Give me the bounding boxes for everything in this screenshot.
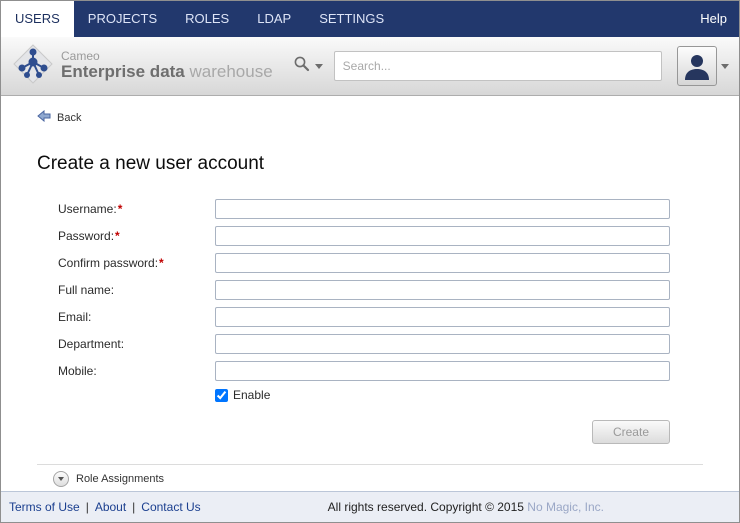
create-user-form: Username:* Password:* Confirm password:*… — [58, 199, 670, 444]
about-link[interactable]: About — [95, 500, 126, 514]
field-label: Department: — [58, 337, 215, 351]
form-row-confirm-password: Confirm password:* — [58, 253, 670, 273]
user-menu-chevron-down-icon[interactable] — [721, 64, 729, 69]
field-label: Mobile: — [58, 364, 215, 378]
user-avatar-icon — [681, 50, 713, 82]
required-asterisk: * — [115, 229, 120, 243]
full-name-input[interactable] — [215, 280, 670, 300]
required-asterisk: * — [159, 256, 164, 270]
search-area — [293, 51, 662, 81]
copyright-text: All rights reserved. Copyright © 2015 No… — [201, 500, 731, 514]
role-assignments-label: Role Assignments — [76, 473, 164, 485]
contact-us-link[interactable]: Contact Us — [141, 500, 200, 514]
tab-projects[interactable]: PROJECTS — [74, 1, 171, 37]
mobile-input[interactable] — [215, 361, 670, 381]
company-name: No Magic, Inc. — [527, 500, 604, 514]
role-assignments-toggle[interactable] — [53, 471, 69, 487]
back-label: Back — [57, 112, 81, 124]
avatar[interactable] — [677, 46, 717, 86]
footer: Terms of Use | About | Contact Us All ri… — [1, 491, 739, 522]
role-assignments-section: Role Assignments — [53, 471, 739, 487]
chevron-down-icon — [58, 477, 64, 481]
username-input[interactable] — [215, 199, 670, 219]
enable-checkbox[interactable] — [215, 389, 228, 402]
tab-roles[interactable]: ROLES — [171, 1, 243, 37]
field-label: Full name: — [58, 283, 215, 297]
molecule-logo-icon — [11, 42, 55, 91]
terms-of-use-link[interactable]: Terms of Use — [9, 500, 80, 514]
page-title: Create a new user account — [37, 153, 739, 175]
tab-users[interactable]: USERS — [1, 1, 74, 37]
link-separator: | — [86, 500, 89, 514]
main-content: Back Create a new user account Username:… — [1, 96, 739, 491]
brand-product-bold: Enterprise data — [61, 62, 185, 81]
help-link[interactable]: Help — [688, 1, 739, 37]
enable-label: Enable — [233, 388, 270, 402]
confirm-password-input[interactable] — [215, 253, 670, 273]
user-menu — [677, 46, 729, 86]
form-row-password: Password:* — [58, 226, 670, 246]
link-separator: | — [132, 500, 135, 514]
form-row-username: Username:* — [58, 199, 670, 219]
email-field[interactable] — [215, 307, 670, 327]
search-scope-chevron-down-icon[interactable] — [315, 64, 323, 69]
search-icon — [293, 55, 310, 77]
top-nav: USERS PROJECTS ROLES LDAP SETTINGS Help — [1, 1, 739, 37]
brand-logo: Cameo Enterprise data warehouse — [11, 42, 273, 91]
form-row-full-name: Full name: — [58, 280, 670, 300]
app-window: USERS PROJECTS ROLES LDAP SETTINGS Help — [0, 0, 740, 523]
brand-text: Cameo Enterprise data warehouse — [61, 50, 273, 82]
footer-links: Terms of Use | About | Contact Us — [9, 500, 201, 514]
form-row-mobile: Mobile: — [58, 361, 670, 381]
password-input[interactable] — [215, 226, 670, 246]
section-divider — [37, 464, 703, 465]
button-row: Create — [58, 420, 670, 444]
tab-ldap[interactable]: LDAP — [243, 1, 305, 37]
brand-product: Enterprise data warehouse — [61, 63, 273, 82]
tab-settings[interactable]: SETTINGS — [305, 1, 398, 37]
brand-product-light: warehouse — [190, 62, 273, 81]
header-bar: Cameo Enterprise data warehouse — [1, 37, 739, 96]
field-label: Username:* — [58, 202, 215, 216]
enable-row: Enable — [215, 388, 670, 402]
search-input[interactable] — [334, 51, 662, 81]
field-label: Confirm password:* — [58, 256, 215, 270]
department-input[interactable] — [215, 334, 670, 354]
field-label: Email: — [58, 310, 215, 324]
form-row-email: Email: — [58, 307, 670, 327]
back-arrow-icon — [37, 110, 51, 125]
required-asterisk: * — [118, 202, 123, 216]
form-row-department: Department: — [58, 334, 670, 354]
field-label: Password:* — [58, 229, 215, 243]
create-button[interactable]: Create — [592, 420, 670, 444]
back-button[interactable]: Back — [37, 110, 81, 125]
